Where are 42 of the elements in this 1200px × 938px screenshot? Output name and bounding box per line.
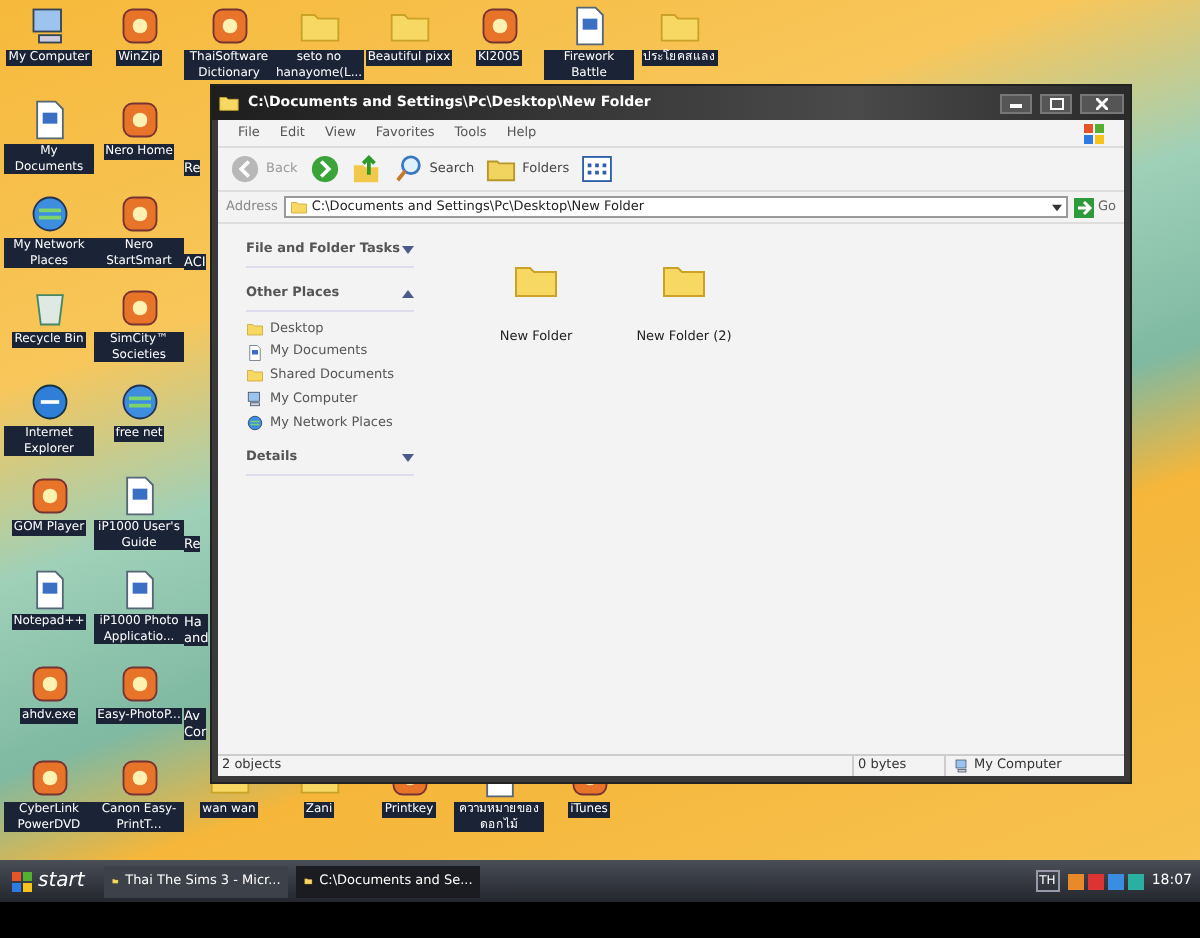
network-icon [117,380,161,424]
tray-icons-drawing [1067,873,1144,889]
app-icon [117,4,161,48]
start-button[interactable]: start [0,860,97,902]
folder-icon [246,319,264,338]
folder-icon [304,872,314,890]
folder-icon [289,198,308,216]
browser-icon [27,380,71,424]
windows-flag-icon [1084,123,1104,143]
app-icon [117,756,161,800]
app-icon [27,662,71,706]
maximize-button[interactable] [1040,93,1072,113]
chevron-icon [402,245,414,254]
windows-flag-icon [12,871,32,891]
app-icon [27,474,71,518]
folder-icon [218,92,240,114]
app-icon [117,98,161,142]
network-icon [27,192,71,236]
app-icon [117,286,161,330]
folder-up-icon [351,154,382,184]
app-icon [117,662,161,706]
close-button[interactable] [1080,93,1124,113]
network-icon [246,413,264,432]
app-icon [477,4,521,48]
app-icon [27,756,71,800]
document-icon [246,343,264,362]
go-arrow-icon [1073,197,1094,217]
views-button[interactable] [581,156,612,182]
close-icon [1096,97,1108,109]
views-icon [581,156,612,182]
chevron-icon [402,289,414,298]
forward-button[interactable] [309,154,340,184]
search-icon [393,154,424,184]
app-icon [117,192,161,236]
app-icon [207,4,251,48]
dropdown-arrow-icon[interactable] [1051,203,1062,211]
folder-icon [246,366,264,385]
up-button[interactable] [351,154,382,184]
computer-icon [246,390,264,409]
minimize-button[interactable] [1000,93,1032,113]
computer-icon [954,758,970,774]
chevron-icon [402,454,414,463]
